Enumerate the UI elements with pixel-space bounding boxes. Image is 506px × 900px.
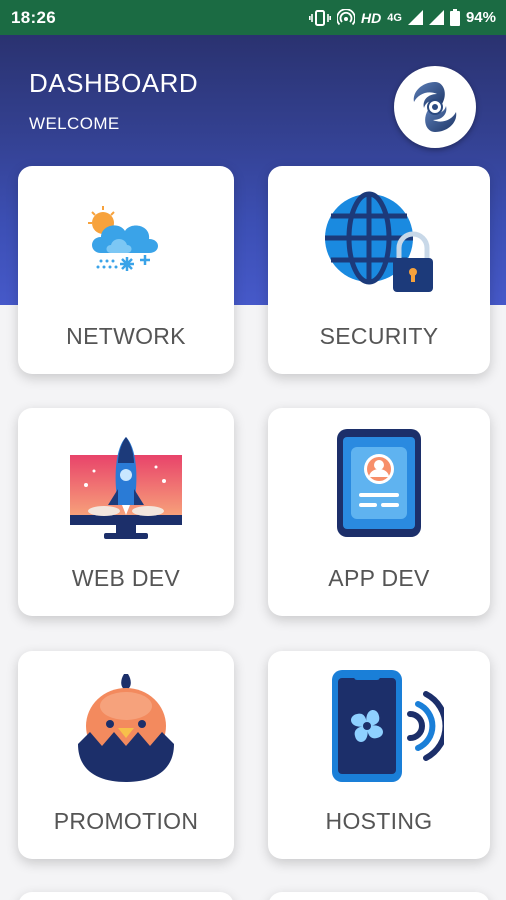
battery-percent: 94% (465, 9, 496, 26)
hotspot-icon (337, 8, 356, 27)
monitor-rocket-icon (18, 408, 234, 558)
card-label: HOSTING (325, 808, 433, 834)
avatar[interactable] (394, 66, 476, 148)
card-web-dev[interactable]: WEB DEV (18, 408, 234, 616)
logo-icon (413, 82, 457, 132)
phone-fan-icon (268, 651, 490, 801)
card-promotion[interactable]: PROMOTION (18, 651, 234, 859)
status-time: 18:26 (11, 7, 56, 27)
card-partial[interactable] (268, 892, 490, 900)
page-title: DASHBOARD (29, 68, 199, 98)
chick-egg-icon (18, 651, 234, 801)
network-type: 4G (387, 11, 402, 24)
page-subtitle: WELCOME (29, 114, 120, 133)
card-security[interactable]: SECURITY (268, 166, 490, 374)
battery-icon (449, 9, 460, 26)
status-bar: 18:26 HD 4G 94% (0, 0, 506, 35)
card-network[interactable]: NETWORK (18, 166, 234, 374)
hd-indicator: HD (361, 9, 382, 26)
weather-cloud-icon (18, 166, 234, 316)
card-hosting[interactable]: HOSTING (268, 651, 490, 859)
vibrate-icon (309, 9, 332, 26)
card-label: PROMOTION (53, 808, 199, 834)
card-label: WEB DEV (71, 565, 181, 591)
signal-icon (407, 10, 423, 25)
phone-profile-icon (268, 408, 490, 558)
status-icons: HD 4G 94% (309, 8, 496, 27)
card-label: NETWORK (66, 323, 186, 349)
card-partial[interactable] (18, 892, 234, 900)
card-app-dev[interactable]: APP DEV (268, 408, 490, 616)
globe-lock-icon (268, 166, 490, 316)
card-label: SECURITY (319, 323, 439, 349)
signal-icon-2 (428, 10, 444, 25)
card-label: APP DEV (328, 565, 430, 591)
